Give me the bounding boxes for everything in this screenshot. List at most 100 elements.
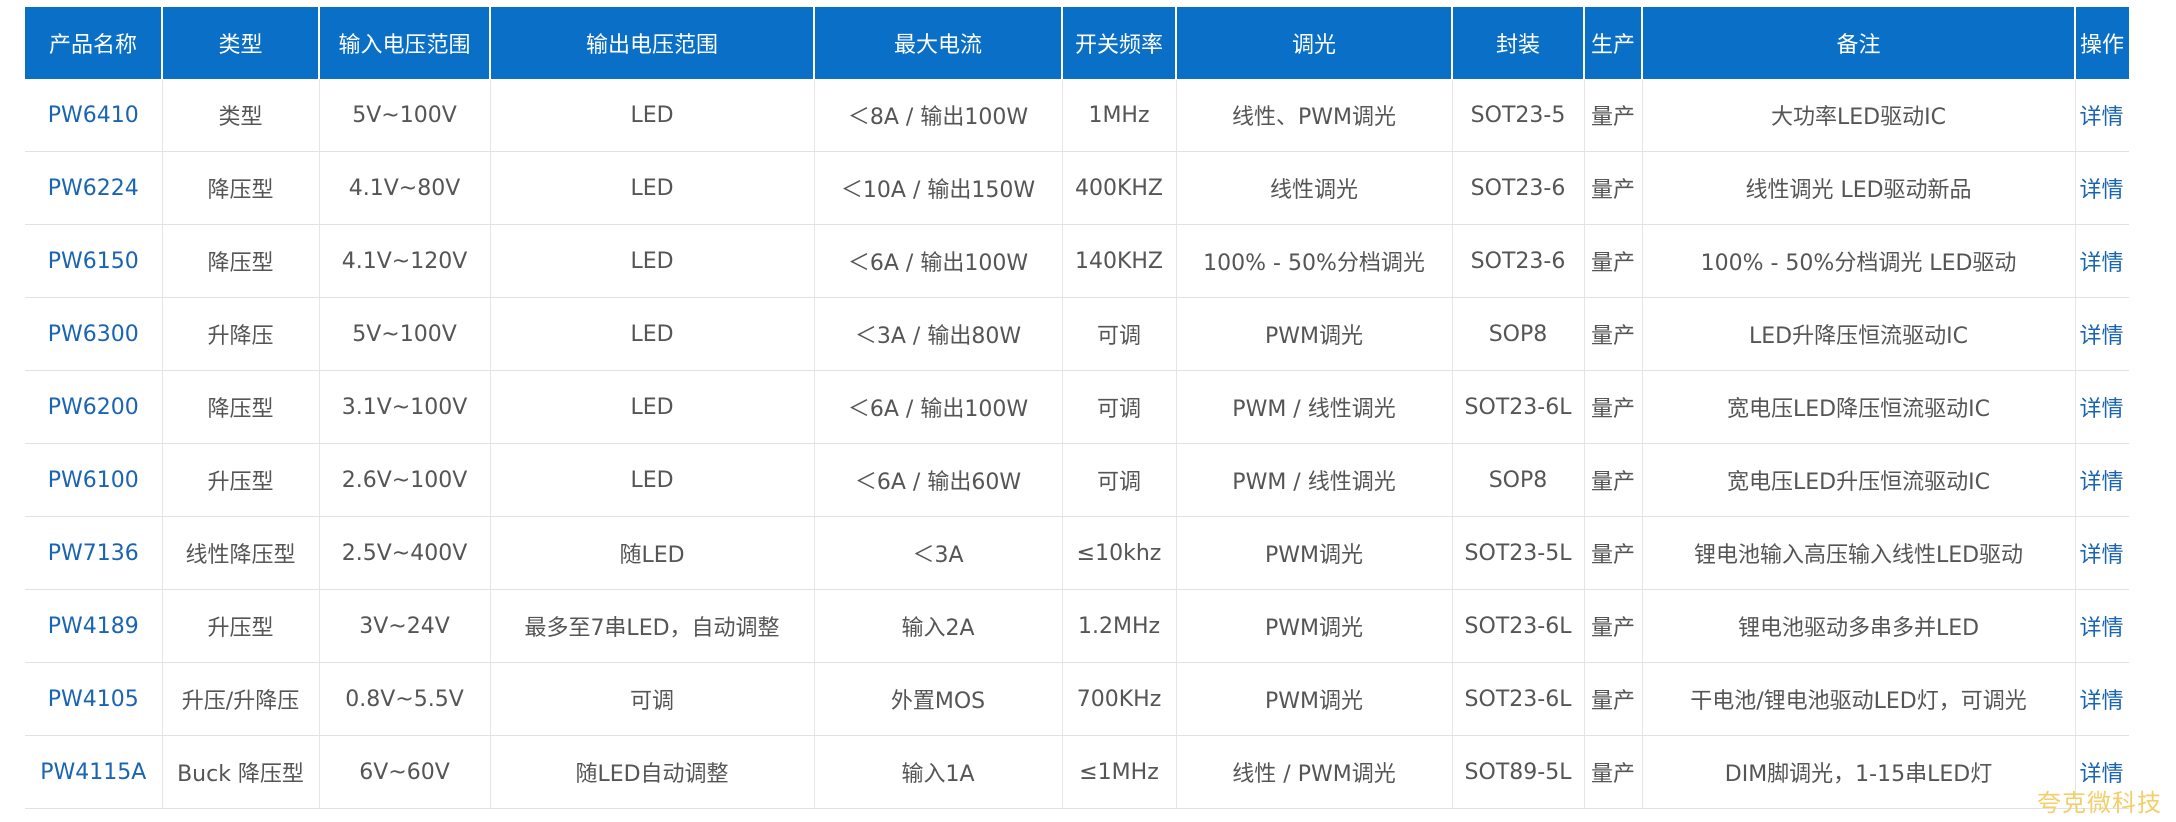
cell-production-status: 量产 [1584, 370, 1643, 444]
cell-dimming: 线性、PWM调光 [1176, 79, 1453, 152]
cell-output-voltage: LED [490, 443, 815, 517]
cell-max-current: 输入1A [814, 735, 1063, 809]
cell-type: Buck 降压型 [162, 735, 320, 809]
cell-action: 详情 [2075, 662, 2129, 736]
cell-package: SOT23-6L [1452, 662, 1585, 736]
cell-input-voltage: 3V~24V [319, 589, 491, 663]
details-link[interactable]: 详情 [2080, 178, 2124, 203]
cell-action: 详情 [2075, 443, 2129, 517]
cell-switch-frequency: ≤1MHz [1062, 735, 1177, 809]
cell-model: PW4189 [25, 589, 163, 663]
cell-max-current: ＜6A / 输出100W [814, 224, 1063, 298]
header-action: 操作 [2075, 7, 2129, 79]
header-row: 产品名称 类型 输入电压范围 输出电压范围 最大电流 开关频率 调光 封装 生产… [25, 7, 2129, 79]
cell-max-current: ＜3A [814, 516, 1063, 590]
cell-max-current: ＜6A / 输出100W [814, 370, 1063, 444]
cell-type: 降压型 [162, 370, 320, 444]
cell-input-voltage: 4.1V~120V [319, 224, 491, 298]
cell-remark: LED升降压恒流驱动IC [1642, 297, 2076, 371]
cell-input-voltage: 2.6V~100V [319, 443, 491, 517]
cell-switch-frequency: 可调 [1062, 370, 1177, 444]
cell-package: SOT23-6L [1452, 589, 1585, 663]
cell-action: 详情 [2075, 370, 2129, 444]
cell-output-voltage: 可调 [490, 662, 815, 736]
cell-model: PW7136 [25, 516, 163, 590]
details-link[interactable]: 详情 [2080, 105, 2124, 130]
details-link[interactable]: 详情 [2080, 543, 2124, 568]
cell-package: SOT89-5L [1452, 735, 1585, 809]
header-remark: 备注 [1642, 7, 2076, 79]
cell-type: 降压型 [162, 151, 320, 225]
table-row: PW6200 降压型 3.1V~100V LED ＜6A / 输出100W 可调 PWM /… [25, 370, 2129, 444]
header-max-current: 最大电流 [814, 7, 1063, 79]
cell-package: SOT23-5L [1452, 516, 1585, 590]
details-link[interactable]: 详情 [2080, 324, 2124, 349]
details-link[interactable]: 详情 [2080, 616, 2124, 641]
cell-model: PW4105 [25, 662, 163, 736]
cell-package: SOP8 [1452, 297, 1585, 371]
cell-action: 详情 [2075, 516, 2129, 590]
cell-package: SOT23-6 [1452, 151, 1585, 225]
cell-production-status: 量产 [1584, 662, 1643, 736]
cell-output-voltage: LED [490, 79, 815, 152]
table-row: PW6224 降压型 4.1V~80V LED ＜10A / 输出150W 400KHZ 线… [25, 151, 2129, 225]
header-type: 类型 [162, 7, 320, 79]
cell-remark: 锂电池驱动多串多并LED [1642, 589, 2076, 663]
cell-model: PW6200 [25, 370, 163, 444]
cell-max-current: ＜3A / 输出80W [814, 297, 1063, 371]
watermark-logo-text: 夸克微科技 [2037, 789, 2162, 817]
details-link[interactable]: 详情 [2080, 689, 2124, 714]
cell-remark: 大功率LED驱动IC [1642, 79, 2076, 152]
cell-max-current: 外置MOS [814, 662, 1063, 736]
cell-model: PW6100 [25, 443, 163, 517]
cell-output-voltage: LED [490, 224, 815, 298]
cell-package: SOT23-6L [1452, 370, 1585, 444]
table-header: 产品名称 类型 输入电压范围 输出电压范围 最大电流 开关频率 调光 封装 生产… [25, 7, 2129, 79]
cell-package: SOT23-6 [1452, 224, 1585, 298]
cell-remark: 100% - 50%分档调光 LED驱动 [1642, 224, 2076, 298]
details-link[interactable]: 详情 [2080, 251, 2124, 276]
cell-action: 详情 [2075, 297, 2129, 371]
cell-production-status: 量产 [1584, 297, 1643, 371]
table-row: PW7136 线性降压型 2.5V~400V 随LED ＜3A ≤10khz PWM调光 SO… [25, 516, 2129, 590]
details-link[interactable]: 详情 [2080, 397, 2124, 422]
cell-action: 详情 [2075, 151, 2129, 225]
cell-production-status: 量产 [1584, 79, 1643, 152]
cell-output-voltage: LED [490, 370, 815, 444]
cell-dimming: PWM调光 [1176, 516, 1453, 590]
cell-remark: 锂电池输入高压输入线性LED驱动 [1642, 516, 2076, 590]
cell-input-voltage: 5V~100V [319, 297, 491, 371]
cell-dimming: 线性调光 [1176, 151, 1453, 225]
cell-max-current: ＜10A / 输出150W [814, 151, 1063, 225]
cell-dimming: PWM / 线性调光 [1176, 443, 1453, 517]
header-product-name: 产品名称 [25, 7, 163, 79]
cell-input-voltage: 3.1V~100V [319, 370, 491, 444]
cell-remark: 线性调光 LED驱动新品 [1642, 151, 2076, 225]
cell-remark: 宽电压LED升压恒流驱动IC [1642, 443, 2076, 517]
cell-production-status: 量产 [1584, 224, 1643, 298]
cell-switch-frequency: ≤10khz [1062, 516, 1177, 590]
cell-input-voltage: 2.5V~400V [319, 516, 491, 590]
cell-dimming: 100% - 50%分档调光 [1176, 224, 1453, 298]
cell-type: 类型 [162, 79, 320, 152]
header-switch-frequency: 开关频率 [1062, 7, 1177, 79]
header-input-voltage: 输入电压范围 [319, 7, 491, 79]
header-production: 生产 [1584, 7, 1643, 79]
product-table-container: 产品名称 类型 输入电压范围 输出电压范围 最大电流 开关频率 调光 封装 生产… [25, 7, 2129, 809]
table-body: PW6410 类型 5V~100V LED ＜8A / 输出100W 1MHz 线性、PWM… [25, 79, 2129, 809]
cell-action: 详情 [2075, 224, 2129, 298]
cell-output-voltage: 随LED自动调整 [490, 735, 815, 809]
cell-model: PW6410 [25, 79, 163, 152]
details-link[interactable]: 详情 [2080, 470, 2124, 495]
cell-max-current: ＜8A / 输出100W [814, 79, 1063, 152]
cell-input-voltage: 5V~100V [319, 79, 491, 152]
table-row: PW4115A Buck 降压型 6V~60V 随LED自动调整 输入1A ≤1MHz 线性… [25, 735, 2129, 809]
cell-remark: 干电池/锂电池驱动LED灯，可调光 [1642, 662, 2076, 736]
cell-dimming: PWM调光 [1176, 589, 1453, 663]
cell-production-status: 量产 [1584, 735, 1643, 809]
table-row: PW6150 降压型 4.1V~120V LED ＜6A / 输出100W 140KHZ 1… [25, 224, 2129, 298]
cell-type: 降压型 [162, 224, 320, 298]
cell-dimming: 线性 / PWM调光 [1176, 735, 1453, 809]
product-table: 产品名称 类型 输入电压范围 输出电压范围 最大电流 开关频率 调光 封装 生产… [25, 7, 2129, 809]
header-package: 封装 [1452, 7, 1585, 79]
